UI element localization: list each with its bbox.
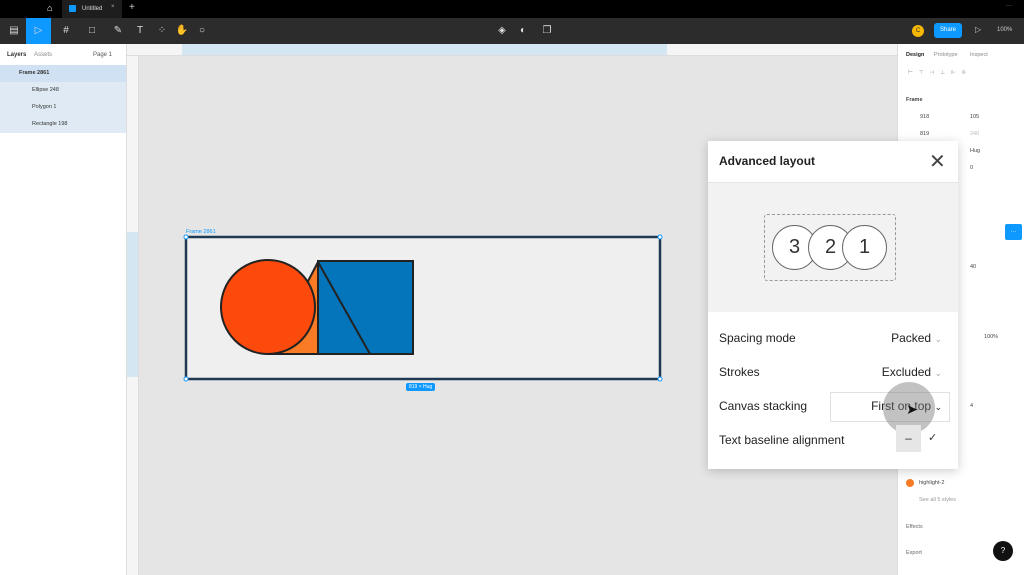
spacing-value[interactable]: 40 bbox=[970, 264, 976, 270]
avatar[interactable]: C bbox=[912, 25, 924, 37]
layer-label: Frame 2861 bbox=[19, 70, 50, 76]
see-all-styles-link[interactable]: See all 5 styles bbox=[919, 497, 956, 503]
dialog-title: Advanced layout bbox=[719, 154, 816, 168]
boolean-icon[interactable]: ❐ bbox=[535, 18, 559, 44]
page-selector[interactable]: Page 1 bbox=[93, 52, 112, 58]
present-icon[interactable]: ▷ bbox=[975, 25, 981, 34]
layer-frame[interactable]: Frame 2861 bbox=[0, 65, 126, 82]
help-button[interactable]: ? bbox=[993, 541, 1013, 561]
share-button[interactable]: Share bbox=[934, 23, 962, 38]
layer-ellipse[interactable]: Ellipse 248 bbox=[0, 82, 126, 99]
row-label: Canvas stacking bbox=[719, 399, 808, 413]
file-tab[interactable]: Untitled × bbox=[62, 0, 122, 18]
tab-title: Untitled bbox=[82, 6, 103, 12]
vertical-ruler bbox=[127, 56, 139, 575]
title-bar: ⌂ Untitled × + ··· bbox=[0, 0, 1024, 18]
close-icon[interactable]: ✕ bbox=[929, 149, 946, 174]
spacing-mode-row[interactable]: Spacing mode Packed ⌄ bbox=[719, 331, 942, 345]
row-label: Spacing mode bbox=[719, 331, 796, 345]
size-badge: 819 × Hug bbox=[406, 383, 436, 391]
tab-prototype[interactable]: Prototype bbox=[934, 52, 958, 58]
new-tab-icon[interactable]: + bbox=[129, 2, 135, 13]
x-value[interactable]: 918 bbox=[920, 114, 929, 120]
file-icon bbox=[69, 5, 76, 12]
strokes-row[interactable]: Strokes Excluded ⌄ bbox=[719, 365, 942, 379]
tab-layers[interactable]: Layers bbox=[7, 52, 26, 58]
layer-label: Polygon 1 bbox=[32, 104, 57, 110]
more-icon[interactable]: ··· bbox=[1006, 3, 1012, 9]
frame-tool-icon[interactable]: # bbox=[54, 18, 78, 44]
spacing-mode-select[interactable]: Packed ⌄ bbox=[891, 331, 942, 345]
rectangle-198 bbox=[317, 260, 414, 355]
pen-tool-icon[interactable]: ✎ bbox=[106, 18, 130, 44]
move-tool-icon[interactable]: ▷ bbox=[26, 18, 51, 44]
checkmark-icon[interactable]: ✓ bbox=[928, 431, 937, 444]
layer-label: Rectangle 198 bbox=[32, 121, 68, 127]
main-menu-icon[interactable]: ▤ bbox=[2, 18, 26, 44]
shape-tool-icon[interactable]: □ bbox=[80, 18, 104, 44]
stacking-preview: 3 2 1 bbox=[708, 183, 958, 312]
frame-section-label[interactable]: Frame bbox=[906, 97, 923, 103]
comment-tool-icon[interactable]: ○ bbox=[190, 18, 214, 44]
advanced-layout-dialog: Advanced layout ✕ 3 2 1 Spacing mode Pack… bbox=[708, 141, 958, 469]
strokes-select[interactable]: Excluded ⌄ bbox=[882, 365, 942, 379]
layer-polygon[interactable]: Polygon 1 bbox=[0, 99, 126, 116]
layers-panel: Layers Assets Page 1 Frame 2861 Ellipse … bbox=[0, 44, 127, 575]
h-value[interactable]: 240 bbox=[970, 131, 979, 137]
close-tab-icon[interactable]: × bbox=[111, 4, 115, 10]
w-value[interactable]: 819 bbox=[920, 131, 929, 137]
layer-label: Ellipse 248 bbox=[32, 87, 59, 93]
horizontal-ruler bbox=[127, 44, 897, 56]
gap-value[interactable]: 0 bbox=[970, 165, 973, 171]
cursor-icon: ➤ bbox=[906, 401, 918, 417]
opacity-value[interactable]: 100% bbox=[984, 334, 998, 340]
layer-rectangle[interactable]: Rectangle 198 bbox=[0, 116, 126, 133]
row-label: Strokes bbox=[719, 365, 760, 379]
style-swatch bbox=[906, 479, 914, 487]
tab-inspect[interactable]: Inspect bbox=[970, 52, 988, 58]
ellipse-248 bbox=[220, 259, 316, 355]
align-icons[interactable]: ⊢⊤⊣⊥⊩⊪ bbox=[908, 70, 973, 76]
stroke-weight[interactable]: 4 bbox=[970, 403, 973, 409]
toolbar: ▤ ▷ # □ ✎ T ⁘ ✋ ○ ◈ ◐ ❐ C Share ▷ 100% bbox=[0, 18, 1024, 44]
y-value[interactable]: 105 bbox=[970, 114, 979, 120]
mask-icon[interactable]: ◐ bbox=[511, 18, 535, 44]
tab-design[interactable]: Design bbox=[906, 52, 924, 58]
tab-assets[interactable]: Assets bbox=[34, 52, 52, 58]
zoom-level[interactable]: 100% bbox=[997, 27, 1012, 33]
text-tool-icon[interactable]: T bbox=[128, 18, 152, 44]
export-label[interactable]: Export bbox=[906, 550, 922, 556]
style-name[interactable]: highlight-2 bbox=[919, 480, 944, 486]
frame-canvas[interactable] bbox=[180, 232, 670, 387]
baseline-off-button[interactable]: – bbox=[896, 425, 921, 452]
preview-item-1: 1 bbox=[842, 225, 887, 270]
row-label: Text baseline alignment bbox=[719, 433, 845, 447]
hug-value[interactable]: Hug bbox=[970, 148, 980, 154]
advanced-layout-button[interactable]: ··· bbox=[1005, 224, 1022, 240]
effects-label[interactable]: Effects bbox=[906, 524, 923, 530]
home-icon[interactable]: ⌂ bbox=[47, 3, 52, 13]
